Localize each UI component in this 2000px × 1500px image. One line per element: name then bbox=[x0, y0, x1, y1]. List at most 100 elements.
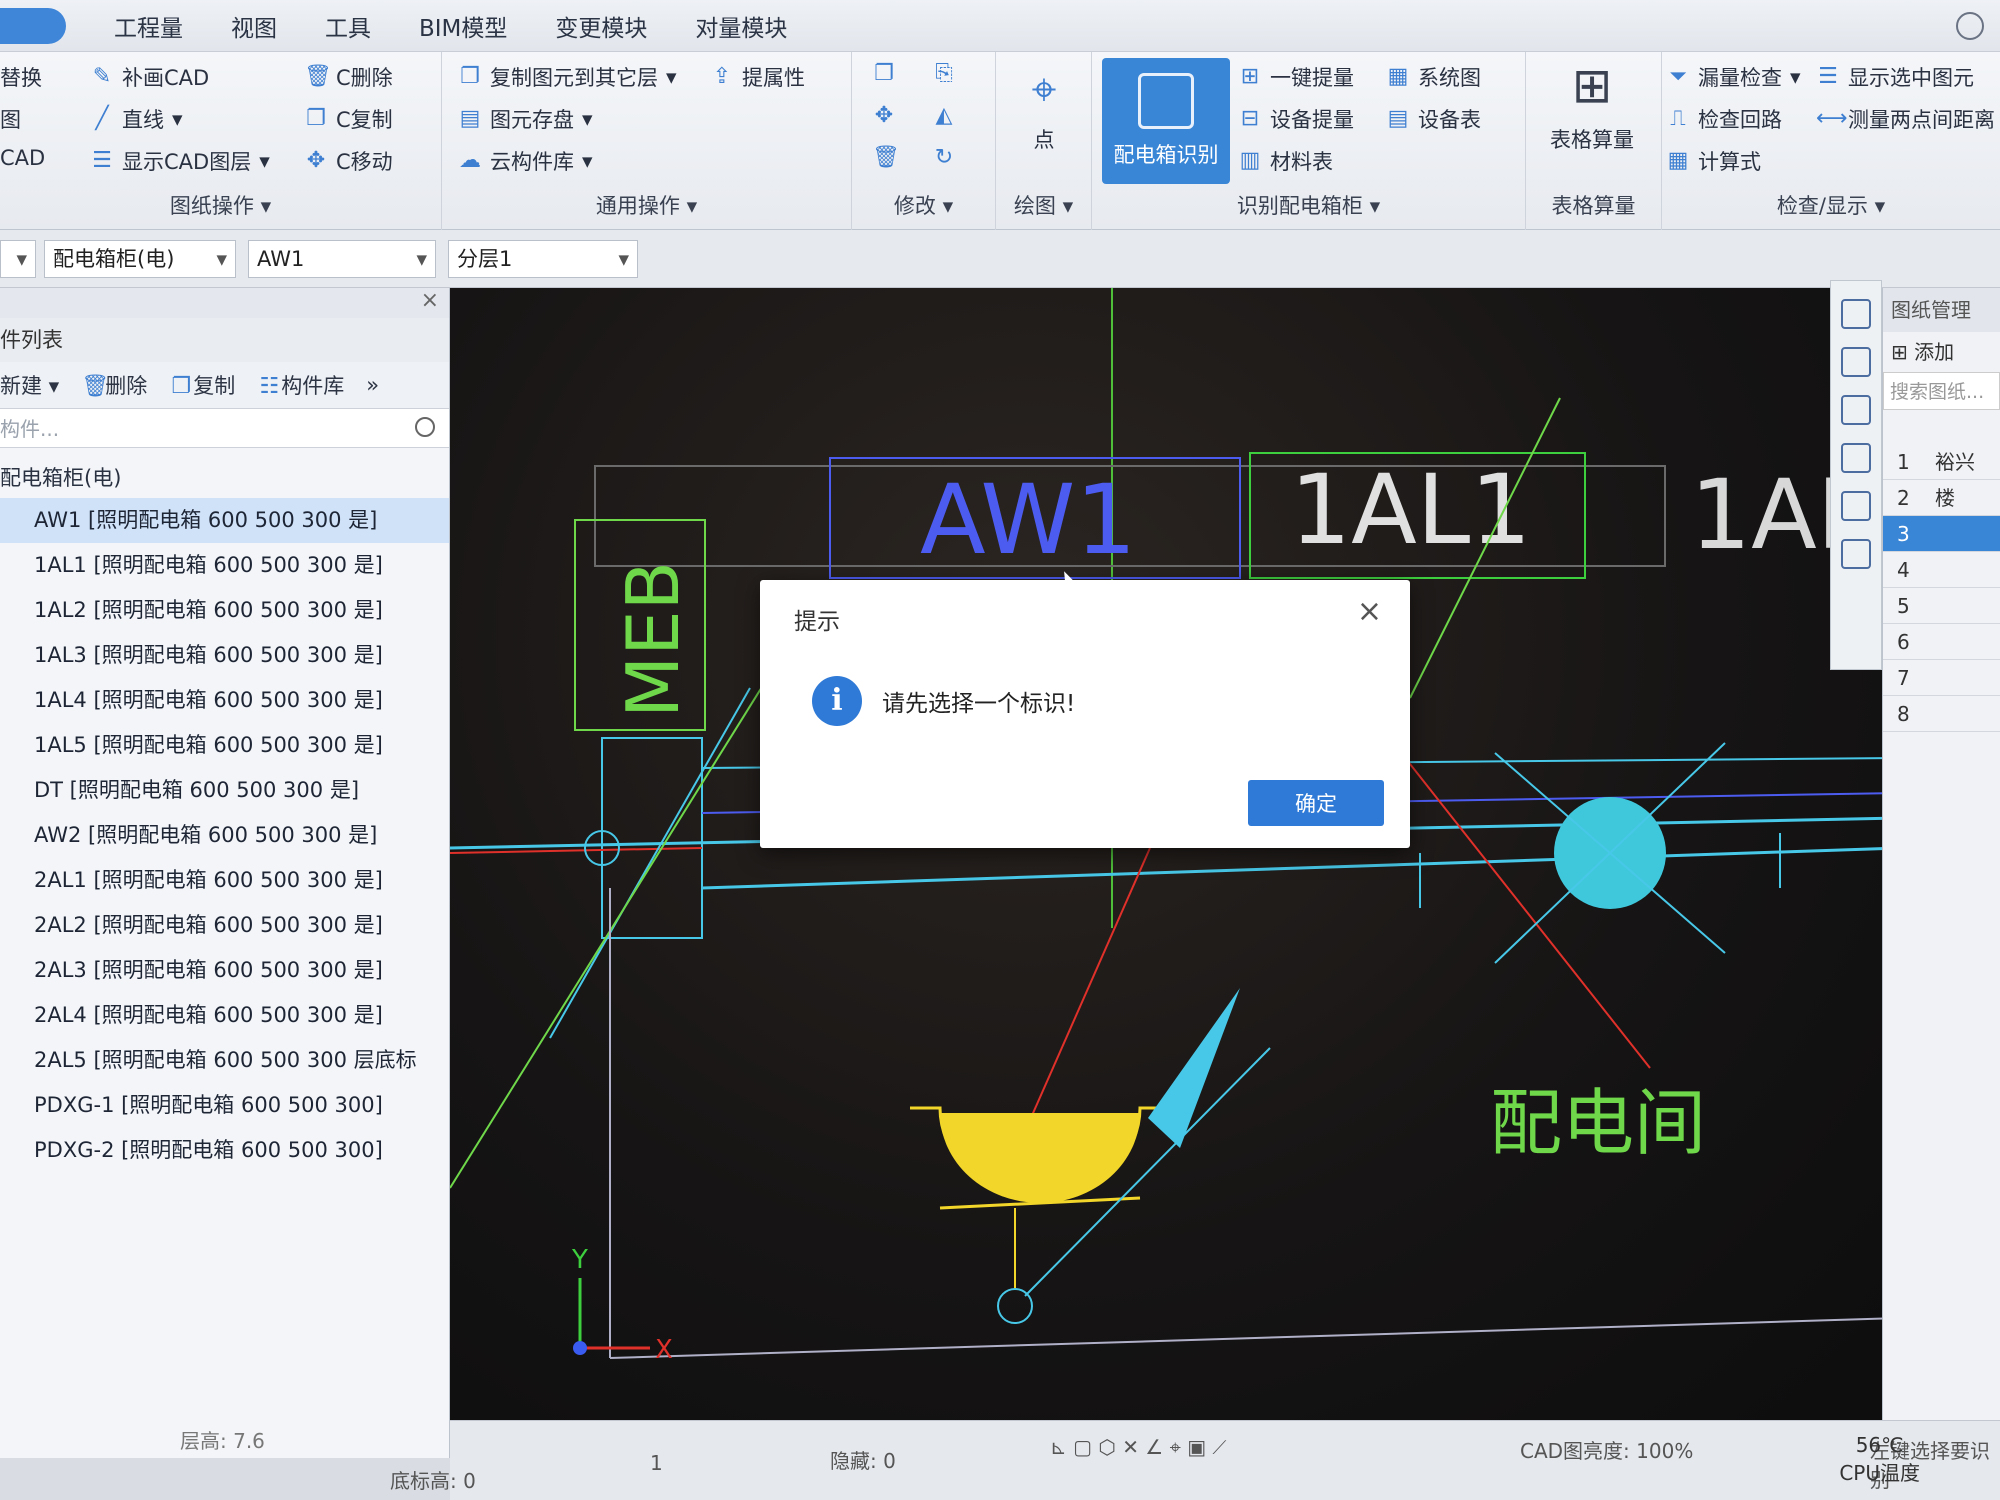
drawing-row[interactable]: 2楼 bbox=[1883, 480, 2000, 516]
drawing-row[interactable]: 6 bbox=[1883, 624, 2000, 660]
copy-to-layer-button[interactable]: ❐ 复制图元到其它层 ▾ bbox=[458, 62, 676, 92]
formula-button[interactable]: ▦ 计算式 bbox=[1666, 146, 1761, 176]
missing-check-button[interactable]: ⏷ 漏量检查 ▾ bbox=[1666, 62, 1800, 92]
search-icon[interactable] bbox=[415, 417, 435, 437]
category-label[interactable]: 配电箱柜(电) bbox=[0, 448, 449, 498]
drawing-search-input[interactable]: 搜索图纸... bbox=[1883, 372, 2000, 410]
solid-view-icon[interactable] bbox=[1841, 443, 1871, 473]
properties-icon[interactable] bbox=[1841, 539, 1871, 569]
drawing-button[interactable]: 图 bbox=[0, 104, 21, 134]
floor-combo[interactable] bbox=[0, 240, 36, 278]
menu-item-view[interactable]: 视图 bbox=[231, 9, 277, 43]
drawing-row[interactable]: 8 bbox=[1883, 696, 2000, 732]
menu-item-bim[interactable]: BIM模型 bbox=[419, 9, 507, 43]
list-icon: ☰ bbox=[1818, 64, 1838, 89]
show-cad-layer-button[interactable]: ☰ 显示CAD图层 ▾ bbox=[90, 146, 270, 176]
snap-tools[interactable]: ⊾ ▢ ⬡ ✕ ∠ ⌖ ▣ ⟋ bbox=[1050, 1435, 1226, 1459]
delete-button[interactable]: 🗑删除 bbox=[81, 370, 147, 400]
cad-canvas[interactable]: AW1 1AL1 1AP MEB 配电间 Y X bbox=[450, 288, 1900, 1448]
cad-button[interactable]: CAD bbox=[0, 146, 45, 170]
extract-attr-button[interactable]: ⇪ 提属性 bbox=[710, 62, 805, 92]
group-title[interactable]: 检查/显示 ▾ bbox=[1662, 190, 2000, 220]
type-combo[interactable]: 配电箱柜(电) bbox=[44, 240, 236, 278]
close-icon[interactable]: × bbox=[421, 288, 439, 313]
component-list-item[interactable]: AW1 [照明配电箱 600 500 300 是] bbox=[0, 498, 449, 543]
distribution-box-recognize-button[interactable]: 配电箱识别 bbox=[1102, 58, 1230, 184]
show-selected-button[interactable]: ☰ 显示选中图元 bbox=[1816, 62, 1974, 92]
component-list-item[interactable]: 2AL4 [照明配电箱 600 500 300 是] bbox=[0, 993, 449, 1038]
drawing-row[interactable]: 5 bbox=[1883, 588, 2000, 624]
cube-view-icon[interactable] bbox=[1841, 395, 1871, 425]
rotate-view-icon[interactable] bbox=[1841, 491, 1871, 521]
copy-tool-icon[interactable]: ❐ bbox=[872, 62, 896, 86]
group-title[interactable]: 识别配电箱柜 ▾ bbox=[1092, 190, 1525, 220]
component-list-item[interactable]: PDXG-1 [照明配电箱 600 500 300] bbox=[0, 1083, 449, 1128]
new-button[interactable]: 新建 ▾ bbox=[0, 370, 59, 400]
layer-combo[interactable]: 分层1 bbox=[448, 240, 638, 278]
line-button[interactable]: ╱ 直线 ▾ bbox=[90, 104, 182, 134]
mirror-copy-icon[interactable]: ⎘ bbox=[932, 62, 956, 86]
component-list-item[interactable]: 2AL3 [照明配电箱 600 500 300 是] bbox=[0, 948, 449, 993]
component-list-item[interactable]: 2AL5 [照明配电箱 600 500 300 层底标 bbox=[0, 1038, 449, 1083]
drawing-row[interactable]: 1 裕兴 bbox=[1883, 444, 2000, 480]
user-icon[interactable] bbox=[1956, 12, 1984, 40]
system-diagram-button[interactable]: ▦ 系统图 bbox=[1386, 62, 1481, 92]
more-icon[interactable]: » bbox=[366, 373, 379, 397]
device-table-button[interactable]: ▤ 设备表 bbox=[1386, 104, 1481, 134]
group-title[interactable]: 图纸操作 ▾ bbox=[0, 190, 441, 220]
c-delete-button[interactable]: 🗑 C删除 bbox=[304, 62, 393, 92]
rotate-tool-icon[interactable]: ↻ bbox=[932, 146, 956, 170]
component-list-item[interactable]: 1AL5 [照明配电箱 600 500 300 是] bbox=[0, 723, 449, 768]
delete-tool-icon[interactable]: 🗑 bbox=[872, 146, 900, 170]
cad-brightness[interactable]: CAD图亮度: 100% bbox=[1520, 1435, 1693, 1464]
extract-attr-label: 提属性 bbox=[742, 66, 805, 90]
move-tool-icon[interactable]: ✥ bbox=[872, 104, 896, 128]
cloud-library-button[interactable]: ☁ 云构件库 ▾ bbox=[458, 146, 593, 176]
component-list-item[interactable]: 1AL2 [照明配电箱 600 500 300 是] bbox=[0, 588, 449, 633]
drawing-row[interactable]: 3 bbox=[1883, 516, 2000, 552]
copy-icon: ❐ bbox=[306, 106, 326, 131]
component-list-item[interactable]: 1AL3 [照明配电箱 600 500 300 是] bbox=[0, 633, 449, 678]
measure-distance-button[interactable]: ⟷ 测量两点间距离 bbox=[1816, 104, 1995, 134]
group-title[interactable]: 通用操作 ▾ bbox=[442, 190, 851, 220]
component-combo[interactable]: AW1 bbox=[248, 240, 436, 278]
component-list-item[interactable]: 2AL2 [照明配电箱 600 500 300 是] bbox=[0, 903, 449, 948]
menu-item-tools[interactable]: 工具 bbox=[325, 9, 371, 43]
table-calc-button[interactable]: ⊞ 表格算量 bbox=[1550, 58, 1634, 154]
component-list-item[interactable]: 1AL1 [照明配电箱 600 500 300 是] bbox=[0, 543, 449, 588]
menu-start-tab[interactable] bbox=[0, 7, 66, 44]
copy-icon: ❐ bbox=[171, 374, 192, 399]
menu-item-compare[interactable]: 对量模块 bbox=[695, 9, 787, 43]
group-title[interactable]: 绘图 ▾ bbox=[996, 190, 1091, 220]
3d-view-icon[interactable] bbox=[1841, 347, 1871, 377]
component-search-input[interactable]: 构件... bbox=[0, 408, 449, 448]
ok-button[interactable]: 确定 bbox=[1248, 780, 1384, 826]
menu-item-change[interactable]: 变更模块 bbox=[555, 9, 647, 43]
element-save-button[interactable]: ▤ 图元存盘 ▾ bbox=[458, 104, 593, 134]
orbit-icon[interactable] bbox=[1841, 299, 1871, 329]
close-icon[interactable]: × bbox=[1357, 594, 1382, 629]
component-list-item[interactable]: 1AL4 [照明配电箱 600 500 300 是] bbox=[0, 678, 449, 723]
component-library-button[interactable]: ☷ 构件库 bbox=[257, 370, 344, 400]
material-table-button[interactable]: ▥ 材料表 bbox=[1238, 146, 1333, 176]
component-list-item[interactable]: DT [照明配电箱 600 500 300 是] bbox=[0, 768, 449, 813]
device-extract-button[interactable]: ⊟ 设备提量 bbox=[1238, 104, 1354, 134]
point-button[interactable]: ⌖ 点 bbox=[1016, 62, 1072, 154]
drawing-row[interactable]: 4 bbox=[1883, 552, 2000, 588]
redraw-cad-button[interactable]: ✎ 补画CAD bbox=[90, 62, 209, 92]
group-title[interactable]: 修改 ▾ bbox=[852, 190, 995, 220]
component-list-item[interactable]: PDXG-2 [照明配电箱 600 500 300] bbox=[0, 1128, 449, 1173]
check-circuit-button[interactable]: ⎍ 检查回路 bbox=[1666, 104, 1782, 134]
copy-button[interactable]: ❐ 复制 bbox=[169, 370, 235, 400]
component-list-item[interactable]: 2AL1 [照明配电箱 600 500 300 是] bbox=[0, 858, 449, 903]
one-click-extract-button[interactable]: ⊞ 一键提量 bbox=[1238, 62, 1354, 92]
component-list-item[interactable]: AW2 [照明配电箱 600 500 300 是] bbox=[0, 813, 449, 858]
replace-button[interactable]: 替换 bbox=[0, 62, 42, 92]
menu-item-quantity[interactable]: 工程量 bbox=[114, 9, 183, 43]
c-copy-button[interactable]: ❐ C复制 bbox=[304, 104, 393, 134]
c-move-button[interactable]: ✥ C移动 bbox=[304, 146, 393, 176]
add-drawing-button[interactable]: ⊞ 添加 bbox=[1883, 332, 2000, 372]
recognize-label: 配电箱识别 bbox=[1113, 143, 1219, 167]
mirror-tool-icon[interactable]: ◭ bbox=[932, 104, 956, 128]
drawing-row[interactable]: 7 bbox=[1883, 660, 2000, 696]
